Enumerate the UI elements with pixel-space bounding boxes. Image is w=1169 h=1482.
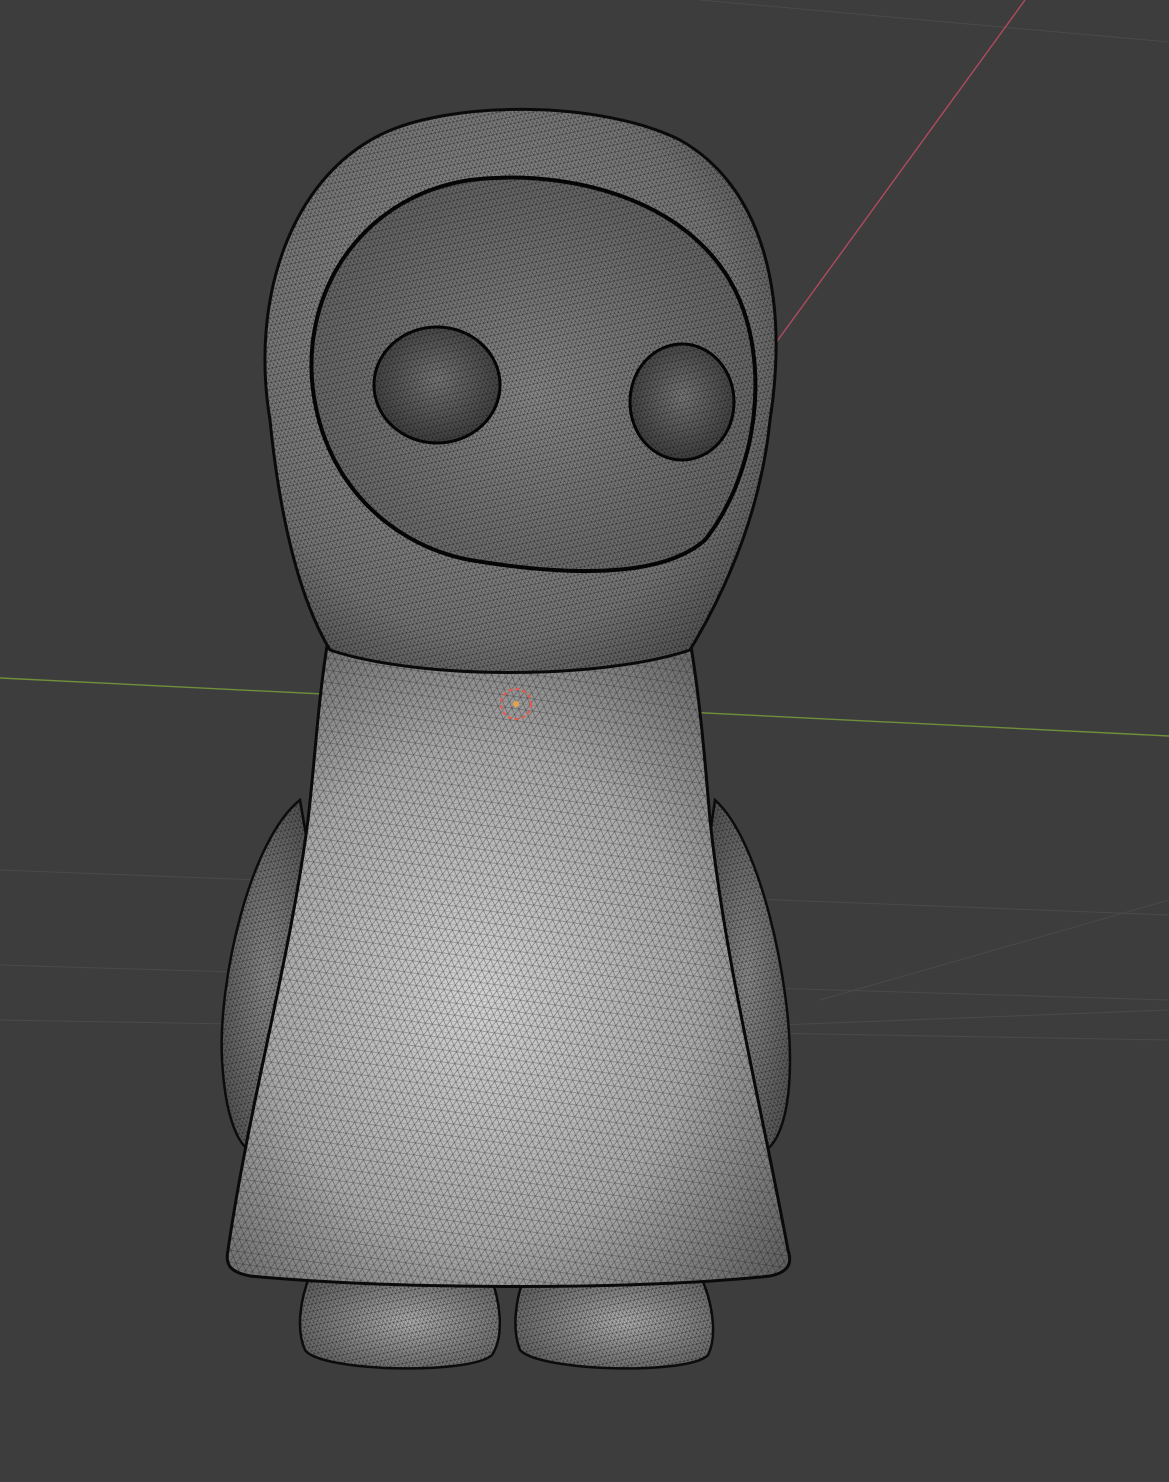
character-mesh[interactable]	[220, 107, 792, 1370]
right-eye[interactable]	[628, 342, 736, 462]
left-eye[interactable]	[372, 325, 502, 445]
grid-line	[699, 0, 1169, 43]
left-foot[interactable]	[298, 1273, 502, 1370]
3d-viewport[interactable]	[0, 0, 1169, 1482]
body[interactable]	[225, 638, 792, 1288]
grid-line	[819, 899, 1169, 1001]
right-foot[interactable]	[514, 1273, 715, 1370]
viewport-canvas[interactable]	[0, 0, 1169, 1482]
